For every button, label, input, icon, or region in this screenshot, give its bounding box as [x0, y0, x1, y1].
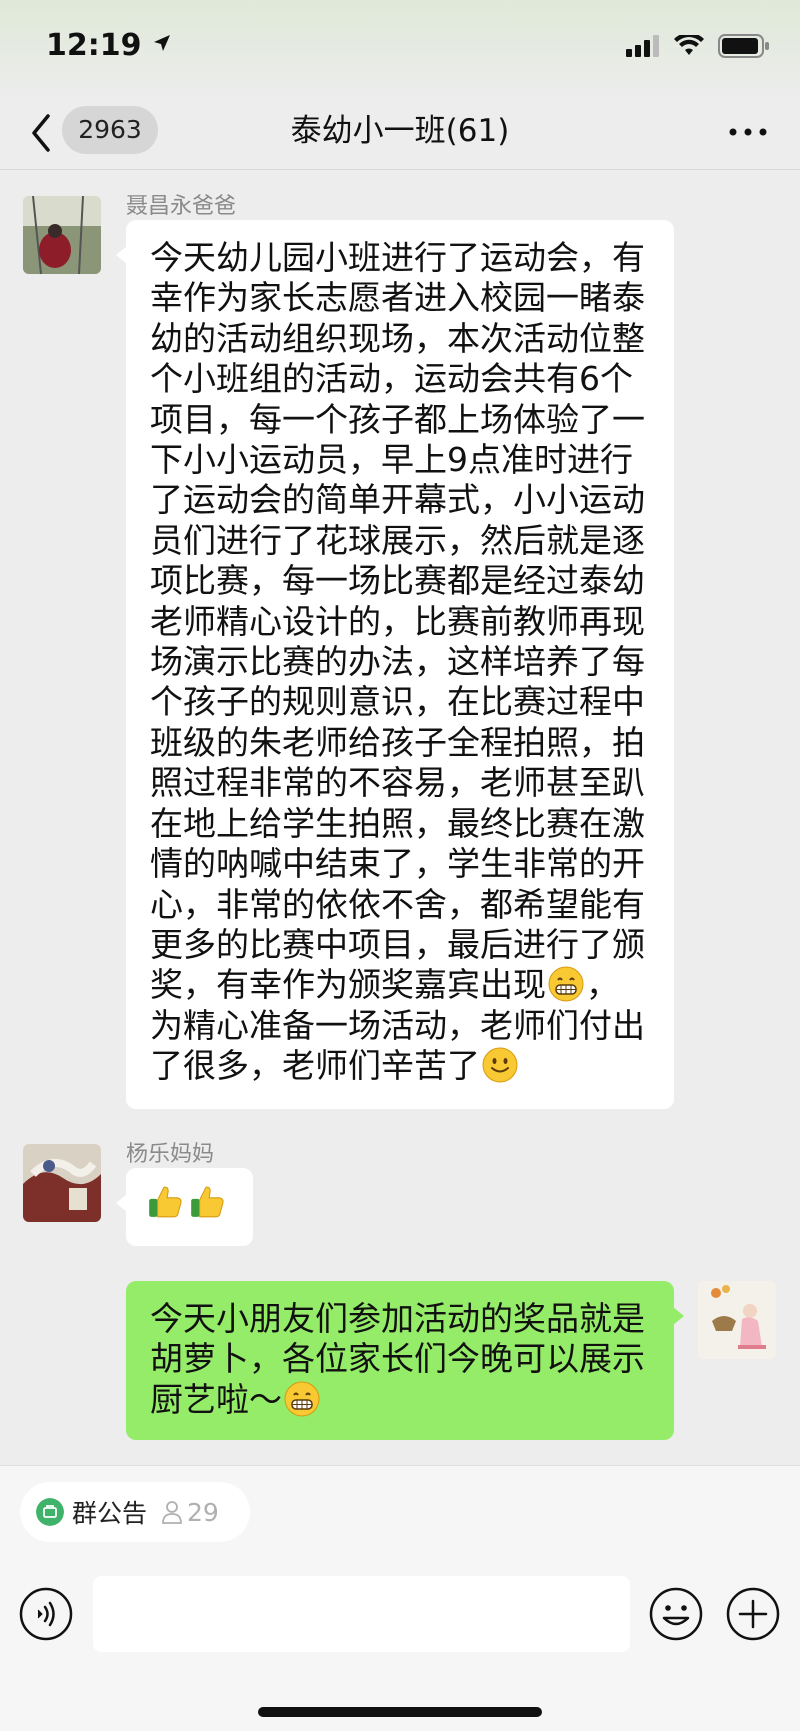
group-notice-button[interactable]: 群公告 29 [20, 1482, 250, 1542]
notice-count: 29 [187, 1497, 219, 1527]
grin-emoji [548, 966, 584, 1002]
bottom-area: 群公告 29 [0, 1465, 800, 1731]
message-text: 今天幼儿园小班进行了运动会，有 幸作为家长志愿者进入校园一睹泰 幼的活动组织现场… [150, 238, 645, 1086]
more-icon[interactable] [726, 108, 770, 156]
avatar[interactable] [23, 196, 101, 274]
battery-icon [718, 34, 769, 58]
message-bubble[interactable]: 今天小朋友们参加活动的奖品就是 胡萝卜，各位家长们今晚可以展示 厨艺啦～ [126, 1281, 684, 1440]
thumbs-up-emoji [149, 1186, 182, 1218]
my-avatar[interactable] [698, 1281, 776, 1359]
grin-emoji [284, 1381, 320, 1417]
location-arrow-icon [153, 35, 170, 51]
plus-icon[interactable] [725, 1586, 781, 1642]
thumbs-up-emoji [191, 1186, 224, 1218]
notice-label: 群公告 [72, 1499, 148, 1528]
wifi-icon [674, 35, 704, 55]
input-bar [0, 1576, 800, 1662]
status-time: 12:19 [46, 28, 172, 63]
person-icon [162, 1501, 182, 1524]
sender-name: 聂昌永爸爸 [126, 194, 237, 219]
message-bubble[interactable]: 今天幼儿园小班进行了运动会，有 幸作为家长志愿者进入校园一睹泰 幼的活动组织现场… [116, 220, 674, 1109]
voice-icon[interactable] [18, 1586, 74, 1642]
unread-count-badge[interactable]: 2963 [62, 106, 158, 154]
chat-header: 2963 泰幼小一班(61) [0, 96, 800, 170]
status-bar: 12:19 [0, 0, 800, 96]
emoji-icon[interactable] [648, 1586, 704, 1642]
home-indicator [258, 1707, 542, 1717]
message-text: 今天小朋友们参加活动的奖品就是 胡萝卜，各位家长们今晚可以展示 厨艺啦～ [150, 1299, 645, 1419]
message-input[interactable] [93, 1576, 630, 1652]
signal-icon [626, 35, 659, 57]
back-icon[interactable] [26, 108, 56, 158]
avatar[interactable] [23, 1144, 101, 1222]
status-icons [626, 34, 770, 58]
smile-emoji [482, 1047, 518, 1083]
message-bubble[interactable] [116, 1168, 253, 1246]
sender-name: 杨乐妈妈 [126, 1142, 215, 1167]
notice-icon [36, 1498, 64, 1526]
